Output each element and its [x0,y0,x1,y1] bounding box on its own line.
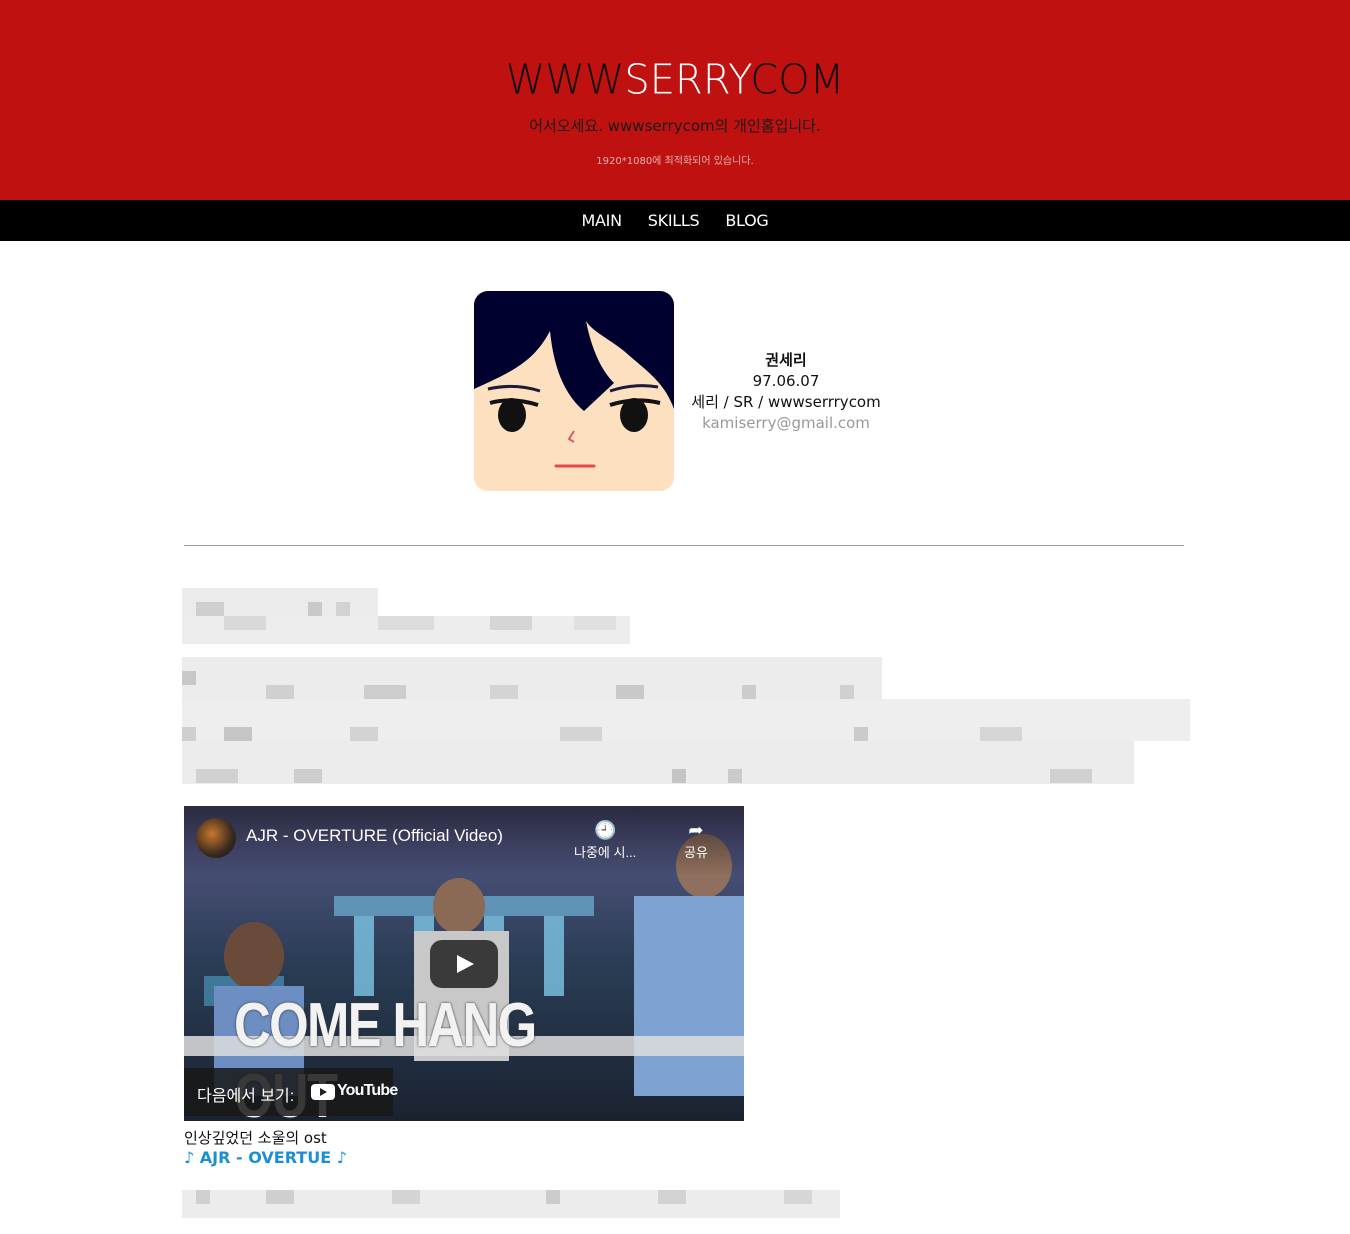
avatar-face-illustration [474,291,674,491]
site-title-www: WWW [505,56,625,104]
channel-avatar[interactable] [196,818,236,858]
watch-on-youtube-button[interactable]: 다음에서 보기: YouTube [184,1068,398,1116]
pixelated-text-block [182,588,630,644]
nav-item-blog[interactable]: BLOG [725,211,768,230]
profile-email[interactable]: kamiserry@gmail.com [686,413,886,434]
youtube-embed[interactable]: COME HANG OUT AJR - OVERTURE (Official V… [184,806,744,1121]
profile-birth: 97.06.07 [752,372,820,390]
share-button[interactable]: ➦ 공유 [684,818,708,861]
pixelated-footer-text [182,1190,840,1230]
share-icon: ➦ [688,820,704,840]
pixelated-text-block [182,1190,840,1218]
music-caption: 인상깊었던 소울의 ost [184,1129,327,1147]
clock-icon: 🕘 [593,820,617,840]
watch-later-label: 나중에 시... [574,845,637,860]
site-title[interactable]: WWWSERRYCOM [0,56,1350,105]
youtube-wordmark: YouTube [337,1082,398,1099]
nav-item-main[interactable]: MAIN [582,211,623,230]
site-header: WWWSERRYCOM 어서오세요. wwwserrycom의 개인홈입니다. … [0,0,1350,200]
nav-item-skills[interactable]: SKILLS [648,211,700,230]
pixelated-paragraph [182,657,1190,784]
avatar [474,291,674,491]
play-button[interactable] [430,940,498,988]
song-link[interactable]: ♪ AJR - OVERTUE ♪ [184,1148,347,1167]
share-label: 공유 [684,845,708,860]
pixelated-heading [182,588,630,644]
video-title[interactable]: AJR - OVERTURE (Official Video) [246,826,503,846]
profile-info: 권세리 97.06.07 세리 / SR / wwwserrrycom kami… [686,350,886,434]
main-nav: MAIN SKILLS BLOG [0,200,1350,241]
youtube-logo-icon [311,1084,335,1100]
watch-later-button[interactable]: 🕘 나중에 시... [574,818,636,861]
welcome-text: 어서오세요. wwwserrycom의 개인홈입니다. [529,117,821,135]
profile-aliases: 세리 / SR / wwwserrrycom [691,393,881,411]
pixelated-text-block [182,657,1190,784]
watch-on-label: 다음에서 보기: [197,1088,295,1105]
profile-name: 권세리 [765,351,807,369]
resolution-note: 1920*1080에 최적화되어 있습니다. [596,156,754,167]
section-divider [184,545,1184,546]
site-title-highlight: SERRY [624,56,751,104]
site-title-com: COM [750,56,845,104]
